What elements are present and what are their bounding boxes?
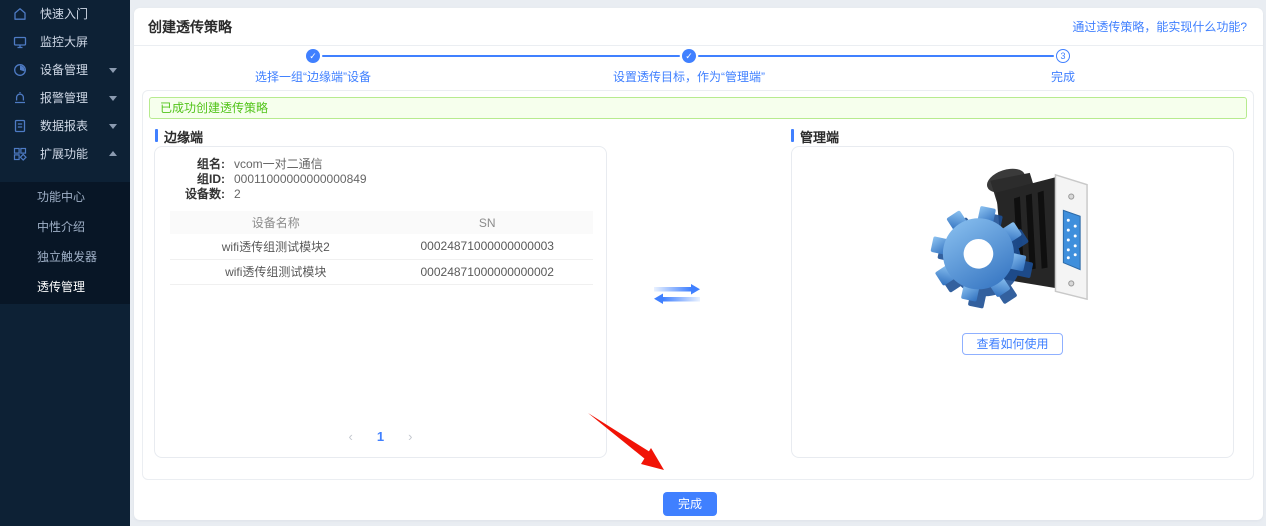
manage-panel: 查看如何使用 [791, 146, 1234, 458]
pagination-prev-icon[interactable]: ‹ [349, 429, 353, 444]
pagination-page-1[interactable]: 1 [377, 429, 384, 444]
steps-bar: ✓ ✓ 3 选择一组“边缘端”设备 设置透传目标，作为“管理端” 完成 [134, 46, 1263, 88]
how-to-use-button[interactable]: 查看如何使用 [962, 333, 1062, 355]
group-info: 组名: vcom一对二通信 组ID: 00011000000000000849 设备… [155, 147, 606, 202]
step1-label: 选择一组“边缘端”设备 [203, 68, 423, 85]
sidebar-item-label: 设备管理 [40, 63, 88, 77]
home-icon [13, 7, 27, 21]
sidebar-item-quickstart[interactable]: 快速入门 [0, 0, 130, 28]
apps-icon [13, 147, 27, 161]
device-sn-cell: 00024871000000000003 [382, 234, 594, 259]
step-connector [698, 55, 1054, 57]
device-name-cell: wifi透传组测试模块2 [170, 234, 382, 259]
chevron-down-icon [109, 68, 117, 73]
edge-panel: 组名: vcom一对二通信 组ID: 00011000000000000849 设备… [154, 146, 607, 458]
chevron-up-icon [109, 151, 117, 156]
transfer-arrows-icon [653, 283, 701, 305]
main-content: 创建透传策略 通过透传策略，能实现什么功能? ✓ ✓ 3 选择一组“边缘端”设备… [134, 8, 1263, 520]
group-id-value: 00011000000000000849 [234, 172, 367, 186]
sidebar-item-monitor[interactable]: 监控大屏 [0, 28, 130, 56]
manage-section-title: 管理端 [791, 127, 839, 146]
sidebar-item-function-center[interactable]: 功能中心 [0, 182, 130, 212]
sidebar-item-alarms[interactable]: 报警管理 [0, 84, 130, 112]
device-count-row: 设备数: 2 [177, 187, 606, 202]
group-name-value: vcom一对二通信 [234, 157, 323, 171]
chevron-down-icon [109, 96, 117, 101]
step2-label: 设置透传目标，作为“管理端” [579, 68, 799, 85]
sidebar-item-devices[interactable]: 设备管理 [0, 56, 130, 84]
group-name-row: 组名: vcom一对二通信 [177, 157, 606, 172]
pagination: ‹ 1 › [155, 429, 606, 444]
sidebar-item-label: 快速入门 [40, 7, 88, 21]
device-table: 设备名称 SN wifi透传组测试模块2 0002487100000000000… [170, 211, 593, 285]
sidebar: 快速入门 监控大屏 设备管理 报警管理 数据报表 扩展功能 功能中心 [0, 0, 130, 526]
page-header: 创建透传策略 通过透传策略，能实现什么功能? [134, 8, 1263, 46]
success-alert: 已成功创建透传策略 [149, 97, 1247, 119]
chevron-down-icon [109, 124, 117, 129]
group-name-label: 组名: [177, 157, 225, 172]
sidebar-item-neutral-intro[interactable]: 中性介绍 [0, 212, 130, 242]
device-count-label: 设备数: [177, 187, 225, 202]
page-title: 创建透传策略 [148, 8, 232, 46]
gear-serial-port-illustration [792, 159, 1233, 320]
sidebar-item-passthrough-management[interactable]: 透传管理 [0, 272, 130, 302]
edge-section-title: 边缘端 [155, 127, 203, 146]
device-count-value: 2 [234, 187, 241, 201]
result-card: 已成功创建透传策略 边缘端 管理端 组名: vcom一对二通信 组ID: 00011… [142, 90, 1254, 480]
done-button[interactable]: 完成 [663, 492, 717, 516]
sidebar-item-label: 扩展功能 [40, 147, 88, 161]
step1-check-icon: ✓ [306, 49, 320, 63]
step3-label: 完成 [953, 68, 1173, 85]
device-icon [13, 63, 27, 77]
col-sn: SN [382, 211, 594, 234]
help-link[interactable]: 通过透传策略，能实现什么功能? [1072, 8, 1247, 46]
report-icon [13, 119, 27, 133]
extensions-submenu: 功能中心 中性介绍 独立触发器 透传管理 [0, 182, 130, 304]
table-row: wifi透传组测试模块 00024871000000000002 [170, 259, 593, 284]
group-id-label: 组ID: [177, 172, 225, 187]
table-row: wifi透传组测试模块2 00024871000000000003 [170, 234, 593, 259]
step3-number: 3 [1056, 49, 1070, 63]
sidebar-item-label: 监控大屏 [40, 35, 88, 49]
table-header-row: 设备名称 SN [170, 211, 593, 234]
pagination-next-icon[interactable]: › [408, 429, 412, 444]
sidebar-item-label: 报警管理 [40, 91, 88, 105]
step-connector [322, 55, 680, 57]
sidebar-item-label: 数据报表 [40, 119, 88, 133]
device-name-cell: wifi透传组测试模块 [170, 259, 382, 284]
group-id-row: 组ID: 00011000000000000849 [177, 172, 606, 187]
monitor-icon [13, 35, 27, 49]
col-device-name: 设备名称 [170, 211, 382, 234]
alarm-icon [13, 91, 27, 105]
device-sn-cell: 00024871000000000002 [382, 259, 594, 284]
sidebar-item-reports[interactable]: 数据报表 [0, 112, 130, 140]
step2-check-icon: ✓ [682, 49, 696, 63]
sidebar-item-independent-trigger[interactable]: 独立触发器 [0, 242, 130, 272]
sidebar-item-extensions[interactable]: 扩展功能 [0, 140, 130, 168]
